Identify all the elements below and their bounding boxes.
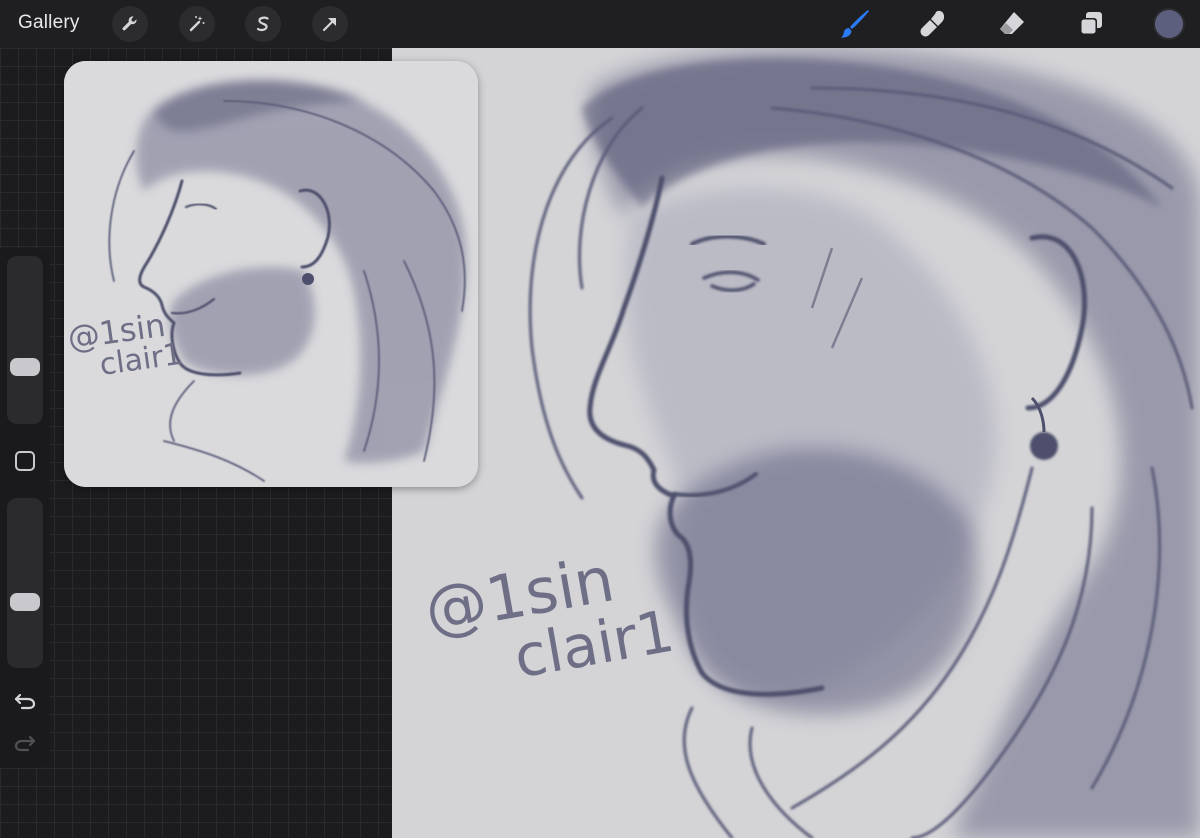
top-toolbar: Gallery bbox=[0, 0, 1200, 48]
transform-button[interactable] bbox=[312, 6, 348, 42]
undo-button[interactable] bbox=[12, 690, 38, 712]
modify-button[interactable] bbox=[15, 451, 35, 471]
wrench-icon bbox=[122, 16, 137, 31]
side-controls bbox=[0, 248, 50, 768]
redo-icon bbox=[14, 735, 36, 752]
transform-arrow-icon bbox=[322, 18, 336, 32]
brush-size-slider[interactable] bbox=[7, 256, 43, 424]
selection-button[interactable] bbox=[245, 6, 281, 42]
brush-icon bbox=[841, 10, 869, 38]
color-picker-swatch[interactable] bbox=[1153, 8, 1185, 40]
adjustments-button[interactable] bbox=[179, 6, 215, 42]
smudge-icon bbox=[920, 10, 945, 37]
drawing-canvas[interactable]: @1sin clair1 bbox=[392, 48, 1200, 838]
undo-icon bbox=[14, 693, 36, 710]
magic-wand-icon bbox=[189, 16, 205, 32]
layers-button[interactable] bbox=[1071, 4, 1111, 44]
opacity-slider[interactable] bbox=[7, 498, 43, 668]
smudge-tool-button[interactable] bbox=[913, 4, 953, 44]
layers-icon bbox=[1080, 12, 1102, 35]
actions-button[interactable] bbox=[112, 6, 148, 42]
eraser-tool-button[interactable] bbox=[992, 4, 1032, 44]
brush-size-thumb[interactable] bbox=[10, 358, 40, 377]
reference-thumbnail: @1sin clair1 bbox=[64, 61, 478, 487]
redo-button[interactable] bbox=[12, 732, 38, 754]
reference-window[interactable]: @1sin clair1 bbox=[64, 61, 478, 487]
portrait-artwork: @1sin clair1 bbox=[392, 48, 1200, 838]
selection-icon bbox=[256, 16, 269, 32]
opacity-thumb[interactable] bbox=[10, 592, 40, 611]
brush-tool-button[interactable] bbox=[835, 4, 875, 44]
gallery-button[interactable]: Gallery bbox=[18, 12, 80, 34]
eraser-icon bbox=[1000, 12, 1024, 34]
